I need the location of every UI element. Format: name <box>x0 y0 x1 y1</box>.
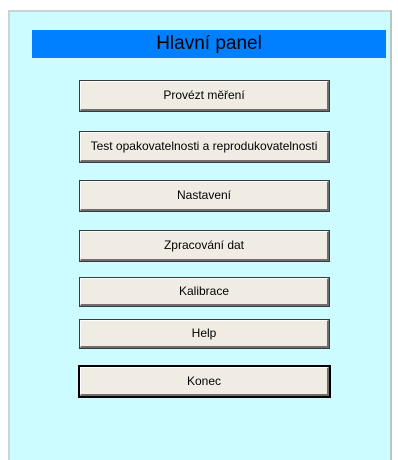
exit-button[interactable]: Konec <box>78 365 331 398</box>
data-processing-button[interactable]: Zpracování dat <box>79 230 330 262</box>
measure-button[interactable]: Provézt měření <box>79 80 330 112</box>
panel-title: Hlavní panel <box>32 30 386 58</box>
settings-button[interactable]: Nastavení <box>79 180 330 212</box>
calibration-button[interactable]: Kalibrace <box>79 277 330 307</box>
repeatability-reproducibility-test-button[interactable]: Test opakovatelnosti a reprodukovatelnos… <box>79 131 330 163</box>
help-button[interactable]: Help <box>79 319 330 349</box>
